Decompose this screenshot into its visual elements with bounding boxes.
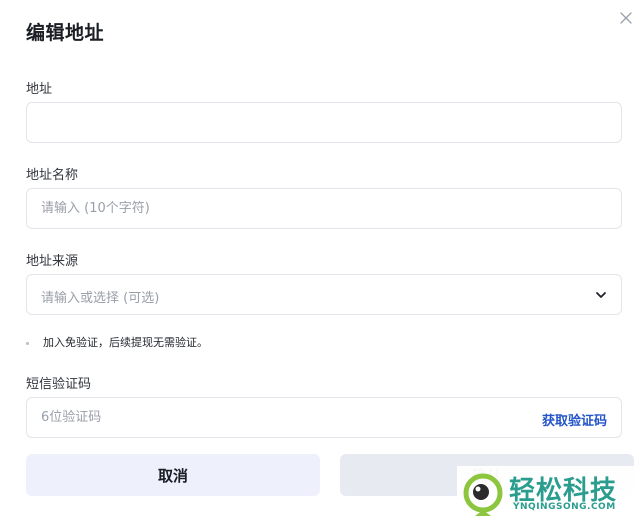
sms-code-input[interactable]: [27, 398, 621, 437]
sms-code-label: 短信验证码: [26, 377, 92, 392]
edit-address-dialog: 编辑地址 地址 地址名称 地址来源 请输入或选择 (可选) 加入免验证，后续提现…: [0, 0, 644, 516]
address-source-select[interactable]: 请输入或选择 (可选): [26, 274, 622, 315]
close-icon[interactable]: [617, 9, 635, 27]
dialog-title: 编辑地址: [26, 22, 105, 44]
address-name-label: 地址名称: [26, 168, 79, 183]
watermark-subtitle: YNQINGSONG.COM: [513, 502, 616, 512]
chevron-down-icon[interactable]: [594, 288, 608, 302]
address-input[interactable]: [27, 103, 621, 142]
checkbox-icon[interactable]: [26, 341, 29, 345]
address-label: 地址: [26, 82, 53, 97]
address-source-placeholder: 请输入或选择 (可选): [41, 291, 160, 306]
address-name-field-box: [26, 188, 622, 229]
watermark: 轻松科技 YNQINGSONG.COM: [457, 466, 644, 516]
whitelist-note[interactable]: 加入免验证，后续提现无需验证。: [26, 334, 208, 350]
sms-code-field-box: 获取验证码: [26, 397, 622, 438]
get-code-button[interactable]: 获取验证码: [542, 410, 607, 429]
cancel-button[interactable]: 取消: [26, 454, 320, 496]
address-source-label: 地址来源: [26, 254, 79, 269]
watermark-logo-icon: [461, 472, 505, 516]
address-name-input[interactable]: [27, 189, 621, 228]
address-field-box: [26, 102, 622, 143]
whitelist-note-text: 加入免验证，后续提现无需验证。: [43, 336, 208, 349]
